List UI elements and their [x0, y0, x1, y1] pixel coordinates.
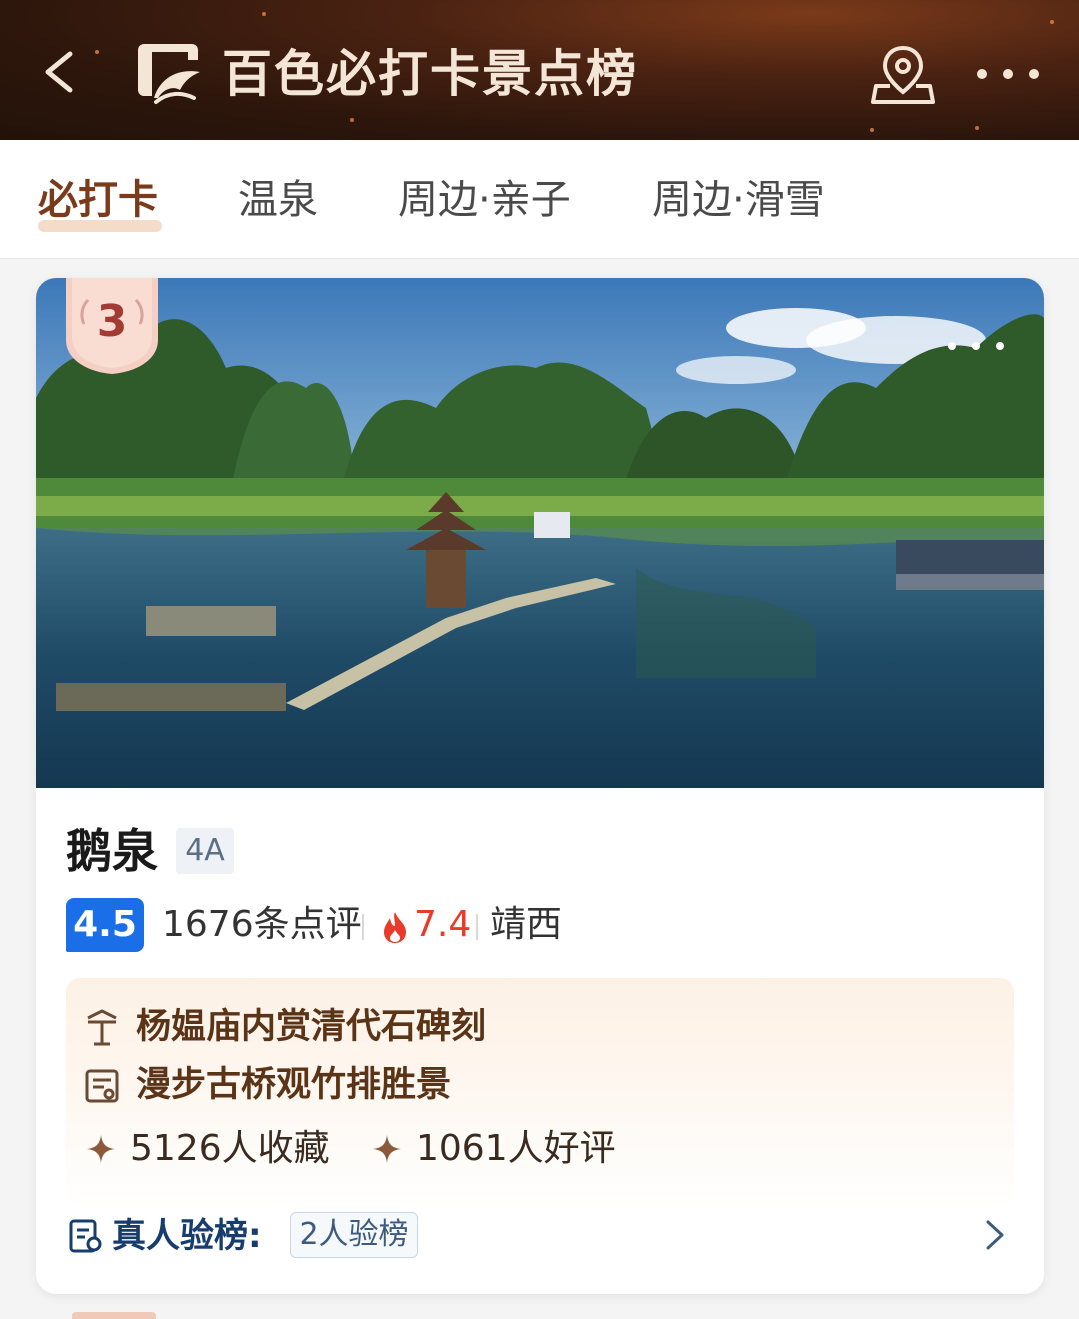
review-count[interactable]: 1676条点评: [162, 900, 362, 950]
map-pin-icon[interactable]: [868, 40, 938, 110]
rank-number: 3: [96, 296, 128, 347]
decor-spark: [975, 126, 979, 130]
chevron-right-icon[interactable]: [980, 1216, 1008, 1254]
highlights-panel: 杨媪庙内赏清代石碑刻 漫步古桥观竹排胜景 5126人收藏 1061人好评: [66, 978, 1014, 1208]
sparkle-icon: [87, 1135, 115, 1163]
decor-spark: [95, 50, 99, 54]
highlight-text: 漫步古桥观竹排胜景: [136, 1065, 452, 1105]
scenic-photo[interactable]: [36, 278, 1044, 788]
more-dots-icon[interactable]: [972, 60, 1044, 88]
heat-score: 7.4: [414, 904, 472, 945]
rating-score: 4.5: [66, 898, 144, 952]
highlight-text: 杨媪庙内赏清代石碑刻: [136, 1007, 487, 1047]
photo-more-icon[interactable]: [944, 338, 1008, 354]
verify-list-icon: [69, 1219, 102, 1253]
tab-nearby-family[interactable]: 周边·亲子: [398, 172, 571, 228]
favorites-count: 5126人收藏: [130, 1128, 330, 1169]
next-card-rank-peek: [72, 1312, 156, 1319]
category-tabs: 必打卡 温泉 周边·亲子 周边·滑雪: [0, 140, 1079, 259]
page-title: 百色必打卡景点榜: [222, 45, 638, 103]
sparkle-icon: [373, 1135, 401, 1163]
divider: [476, 914, 478, 940]
decor-spark: [870, 128, 874, 132]
positive-review-count: 1061人好评: [416, 1128, 616, 1169]
fire-icon: [384, 912, 406, 943]
tab-hot-spring[interactable]: 温泉: [238, 172, 318, 228]
divider: [362, 914, 364, 940]
chevron-left-icon[interactable]: [36, 42, 88, 102]
attraction-name[interactable]: 鹅泉: [66, 818, 158, 884]
location-label: 靖西: [490, 904, 563, 945]
pavilion-icon: [87, 1009, 117, 1046]
tab-nearby-skiing[interactable]: 周边·滑雪: [652, 172, 825, 228]
certificate-icon: [85, 1069, 119, 1103]
decor-spark: [1050, 20, 1054, 24]
attraction-card[interactable]: 3 鹅泉 4A 4.5 1676条点评 7.4 靖西 杨媪庙内赏清代石碑刻 漫步…: [36, 278, 1044, 1294]
verify-count-badge[interactable]: 2人验榜: [290, 1212, 418, 1258]
tab-must-visit[interactable]: 必打卡: [38, 172, 158, 228]
decor-spark: [350, 118, 354, 122]
header-bar: 百色必打卡景点榜: [0, 0, 1079, 140]
decor-spark: [262, 12, 266, 16]
attraction-ranking-logo-icon: [138, 44, 200, 104]
level-badge: 4A: [176, 828, 234, 874]
verify-label: 真人验榜:: [112, 1216, 262, 1256]
